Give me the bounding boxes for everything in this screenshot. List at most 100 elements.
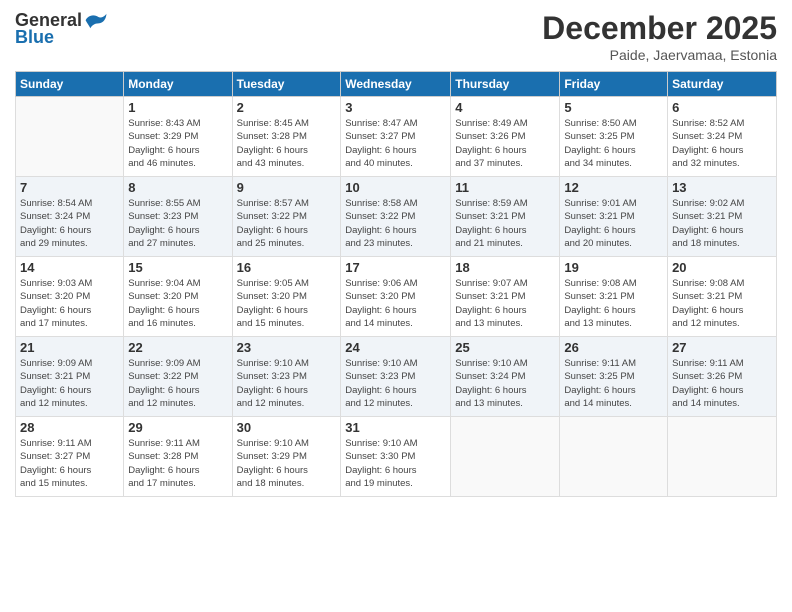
day-info: Sunrise: 9:02 AMSunset: 3:21 PMDaylight:… (672, 197, 772, 250)
month-title: December 2025 (542, 10, 777, 47)
header-thursday: Thursday (451, 72, 560, 97)
day-info: Sunrise: 9:05 AMSunset: 3:20 PMDaylight:… (237, 277, 337, 330)
table-row: 7 Sunrise: 8:54 AMSunset: 3:24 PMDaylight… (16, 177, 124, 257)
day-info: Sunrise: 9:09 AMSunset: 3:22 PMDaylight:… (128, 357, 227, 410)
table-row: 1 Sunrise: 8:43 AMSunset: 3:29 PMDaylight… (124, 97, 232, 177)
logo-bird-icon (84, 12, 108, 30)
day-number: 10 (345, 180, 446, 195)
day-info: Sunrise: 9:11 AMSunset: 3:28 PMDaylight:… (128, 437, 227, 490)
day-number: 6 (672, 100, 772, 115)
table-row: 18 Sunrise: 9:07 AMSunset: 3:21 PMDayligh… (451, 257, 560, 337)
day-number: 16 (237, 260, 337, 275)
day-number: 20 (672, 260, 772, 275)
day-number: 22 (128, 340, 227, 355)
calendar-week-row: 14Sunrise: 9:03 AMSunset: 3:20 PMDayligh… (16, 257, 777, 337)
day-info: Sunrise: 8:52 AMSunset: 3:24 PMDaylight:… (672, 117, 772, 170)
table-row (668, 417, 777, 497)
header-monday: Monday (124, 72, 232, 97)
title-section: December 2025 Paide, Jaervamaa, Estonia (542, 10, 777, 63)
day-info: Sunrise: 9:11 AMSunset: 3:26 PMDaylight:… (672, 357, 772, 410)
day-number: 24 (345, 340, 446, 355)
table-row: 17Sunrise: 9:06 AMSunset: 3:20 PMDayligh… (341, 257, 451, 337)
day-number: 18 (455, 260, 555, 275)
day-info: Sunrise: 9:10 AMSunset: 3:23 PMDaylight:… (345, 357, 446, 410)
day-number: 26 (564, 340, 663, 355)
page-header: General Blue December 2025 Paide, Jaerva… (15, 10, 777, 63)
table-row (451, 417, 560, 497)
table-row: 15 Sunrise: 9:04 AMSunset: 3:20 PMDayligh… (124, 257, 232, 337)
day-number: 29 (128, 420, 227, 435)
day-info: Sunrise: 8:43 AMSunset: 3:29 PMDaylight:… (128, 117, 227, 170)
table-row: 8Sunrise: 8:55 AMSunset: 3:23 PMDaylight… (124, 177, 232, 257)
table-row: 25 Sunrise: 9:10 AMSunset: 3:24 PMDayligh… (451, 337, 560, 417)
day-number: 11 (455, 180, 555, 195)
day-number: 12 (564, 180, 663, 195)
table-row: 31 Sunrise: 9:10 AMSunset: 3:30 PMDayligh… (341, 417, 451, 497)
table-row: 29 Sunrise: 9:11 AMSunset: 3:28 PMDayligh… (124, 417, 232, 497)
day-number: 30 (237, 420, 337, 435)
day-info: Sunrise: 8:45 AMSunset: 3:28 PMDaylight:… (237, 117, 337, 170)
day-number: 17 (345, 260, 446, 275)
header-sunday: Sunday (16, 72, 124, 97)
table-row: 30Sunrise: 9:10 AMSunset: 3:29 PMDayligh… (232, 417, 341, 497)
day-number: 3 (345, 100, 446, 115)
table-row: 16 Sunrise: 9:05 AMSunset: 3:20 PMDayligh… (232, 257, 341, 337)
table-row: 27 Sunrise: 9:11 AMSunset: 3:26 PMDayligh… (668, 337, 777, 417)
calendar-week-row: 28Sunrise: 9:11 AMSunset: 3:27 PMDayligh… (16, 417, 777, 497)
day-number: 2 (237, 100, 337, 115)
header-tuesday: Tuesday (232, 72, 341, 97)
table-row: 14Sunrise: 9:03 AMSunset: 3:20 PMDayligh… (16, 257, 124, 337)
day-info: Sunrise: 8:59 AMSunset: 3:21 PMDaylight:… (455, 197, 555, 250)
day-number: 5 (564, 100, 663, 115)
header-friday: Friday (560, 72, 668, 97)
calendar-table: Sunday Monday Tuesday Wednesday Thursday… (15, 71, 777, 497)
day-number: 31 (345, 420, 446, 435)
day-number: 25 (455, 340, 555, 355)
calendar-header-row: Sunday Monday Tuesday Wednesday Thursday… (16, 72, 777, 97)
day-info: Sunrise: 8:50 AMSunset: 3:25 PMDaylight:… (564, 117, 663, 170)
day-info: Sunrise: 9:10 AMSunset: 3:30 PMDaylight:… (345, 437, 446, 490)
day-number: 15 (128, 260, 227, 275)
day-number: 28 (20, 420, 119, 435)
table-row (16, 97, 124, 177)
table-row: 23Sunrise: 9:10 AMSunset: 3:23 PMDayligh… (232, 337, 341, 417)
day-info: Sunrise: 8:49 AMSunset: 3:26 PMDaylight:… (455, 117, 555, 170)
table-row: 21Sunrise: 9:09 AMSunset: 3:21 PMDayligh… (16, 337, 124, 417)
day-info: Sunrise: 9:07 AMSunset: 3:21 PMDaylight:… (455, 277, 555, 330)
day-info: Sunrise: 8:47 AMSunset: 3:27 PMDaylight:… (345, 117, 446, 170)
table-row: 12 Sunrise: 9:01 AMSunset: 3:21 PMDayligh… (560, 177, 668, 257)
table-row: 5 Sunrise: 8:50 AMSunset: 3:25 PMDaylight… (560, 97, 668, 177)
table-row: 26Sunrise: 9:11 AMSunset: 3:25 PMDayligh… (560, 337, 668, 417)
day-info: Sunrise: 8:55 AMSunset: 3:23 PMDaylight:… (128, 197, 227, 250)
day-info: Sunrise: 8:57 AMSunset: 3:22 PMDaylight:… (237, 197, 337, 250)
calendar-week-row: 7 Sunrise: 8:54 AMSunset: 3:24 PMDaylight… (16, 177, 777, 257)
table-row: 9Sunrise: 8:57 AMSunset: 3:22 PMDaylight… (232, 177, 341, 257)
day-info: Sunrise: 9:04 AMSunset: 3:20 PMDaylight:… (128, 277, 227, 330)
day-number: 4 (455, 100, 555, 115)
table-row: 3 Sunrise: 8:47 AMSunset: 3:27 PMDaylight… (341, 97, 451, 177)
day-number: 1 (128, 100, 227, 115)
calendar-week-row: 1 Sunrise: 8:43 AMSunset: 3:29 PMDaylight… (16, 97, 777, 177)
table-row: 11 Sunrise: 8:59 AMSunset: 3:21 PMDayligh… (451, 177, 560, 257)
table-row: 24 Sunrise: 9:10 AMSunset: 3:23 PMDayligh… (341, 337, 451, 417)
page-container: General Blue December 2025 Paide, Jaerva… (0, 0, 792, 612)
day-number: 23 (237, 340, 337, 355)
table-row: 4 Sunrise: 8:49 AMSunset: 3:26 PMDaylight… (451, 97, 560, 177)
table-row: 13Sunrise: 9:02 AMSunset: 3:21 PMDayligh… (668, 177, 777, 257)
location-text: Paide, Jaervamaa, Estonia (542, 47, 777, 63)
day-number: 27 (672, 340, 772, 355)
day-info: Sunrise: 9:01 AMSunset: 3:21 PMDaylight:… (564, 197, 663, 250)
table-row: 19Sunrise: 9:08 AMSunset: 3:21 PMDayligh… (560, 257, 668, 337)
table-row: 2 Sunrise: 8:45 AMSunset: 3:28 PMDaylight… (232, 97, 341, 177)
day-info: Sunrise: 9:08 AMSunset: 3:21 PMDaylight:… (672, 277, 772, 330)
logo-blue-text: Blue (15, 27, 54, 48)
table-row: 6 Sunrise: 8:52 AMSunset: 3:24 PMDaylight… (668, 97, 777, 177)
day-info: Sunrise: 8:54 AMSunset: 3:24 PMDaylight:… (20, 197, 119, 250)
day-info: Sunrise: 8:58 AMSunset: 3:22 PMDaylight:… (345, 197, 446, 250)
day-number: 21 (20, 340, 119, 355)
day-number: 7 (20, 180, 119, 195)
table-row: 28Sunrise: 9:11 AMSunset: 3:27 PMDayligh… (16, 417, 124, 497)
day-info: Sunrise: 9:10 AMSunset: 3:24 PMDaylight:… (455, 357, 555, 410)
logo: General Blue (15, 10, 108, 48)
table-row: 20 Sunrise: 9:08 AMSunset: 3:21 PMDayligh… (668, 257, 777, 337)
